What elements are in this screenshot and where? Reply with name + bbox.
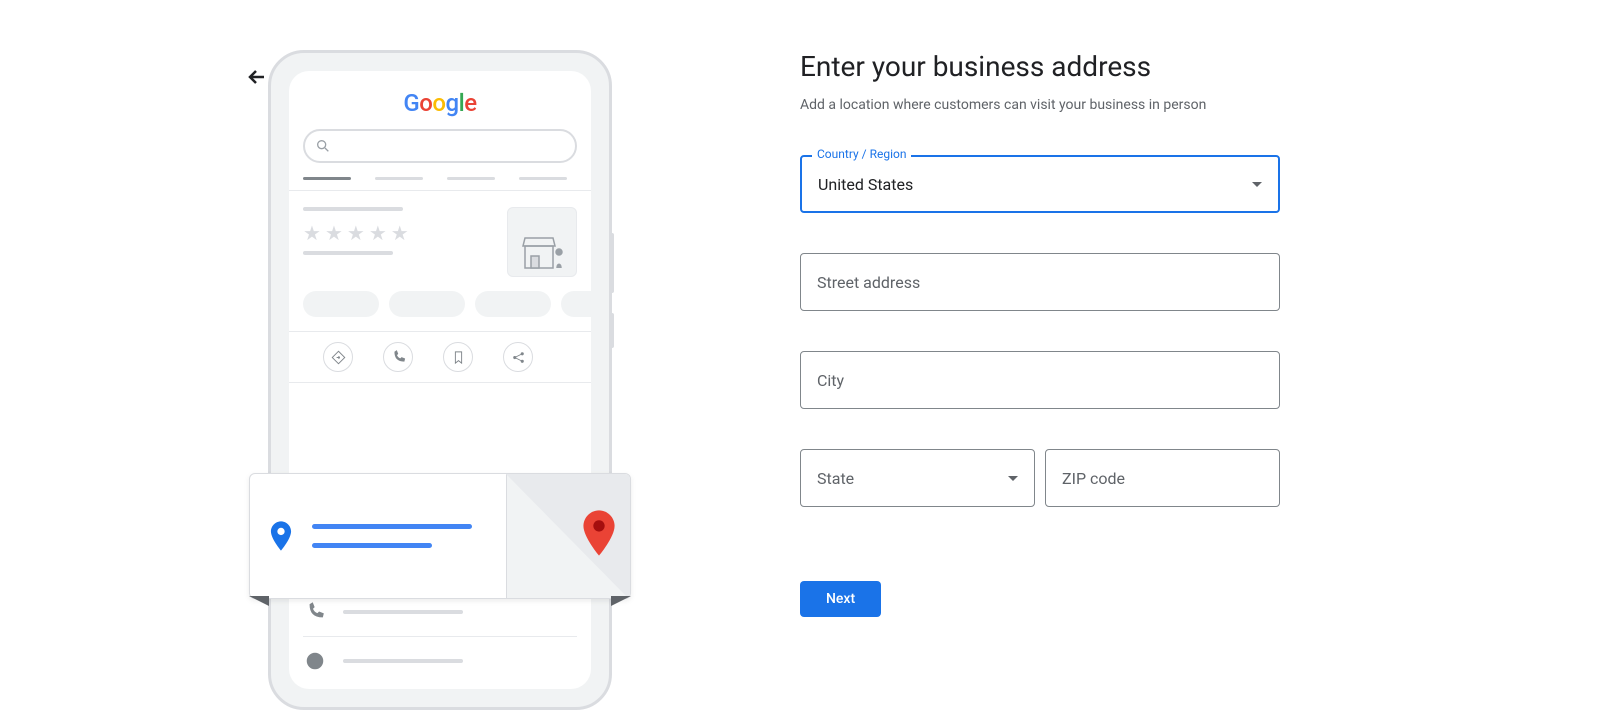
tabs-placeholder <box>289 163 591 191</box>
city-input[interactable]: City <box>800 351 1280 409</box>
rating-stars-placeholder: ★★★★★ <box>303 221 507 245</box>
directions-icon <box>323 342 353 372</box>
page-subtitle: Add a location where customers can visit… <box>800 97 1280 113</box>
country-label: Country / Region <box>812 147 911 161</box>
chevron-down-icon <box>1008 476 1018 481</box>
chevron-down-icon <box>1252 182 1262 187</box>
phone-icon <box>305 602 325 622</box>
search-bar-placeholder <box>303 129 577 163</box>
zip-input[interactable]: ZIP code <box>1045 449 1280 507</box>
page-title: Enter your business address <box>800 50 1280 83</box>
search-icon <box>315 138 331 154</box>
storefront-thumb <box>507 207 577 277</box>
map-result-card <box>249 473 631 599</box>
phone-icon <box>383 342 413 372</box>
state-placeholder: State <box>817 469 854 488</box>
phone-illustration: Google ★★★★★ <box>268 50 612 710</box>
action-row <box>289 331 591 383</box>
zip-placeholder: ZIP code <box>1062 469 1125 488</box>
google-logo: Google <box>289 89 591 117</box>
globe-icon <box>305 651 325 671</box>
city-placeholder: City <box>817 371 844 390</box>
country-select[interactable]: United States <box>800 155 1280 213</box>
pin-icon <box>270 521 292 551</box>
next-button[interactable]: Next <box>800 581 881 617</box>
share-icon <box>503 342 533 372</box>
chips-placeholder <box>289 277 591 331</box>
arrow-left-icon <box>245 65 269 89</box>
country-value: United States <box>818 175 913 194</box>
back-button[interactable] <box>245 65 269 89</box>
state-select[interactable]: State <box>800 449 1035 507</box>
street-placeholder: Street address <box>817 273 920 292</box>
street-address-input[interactable]: Street address <box>800 253 1280 311</box>
map-pin-red-icon <box>582 510 616 556</box>
bookmark-icon <box>443 342 473 372</box>
